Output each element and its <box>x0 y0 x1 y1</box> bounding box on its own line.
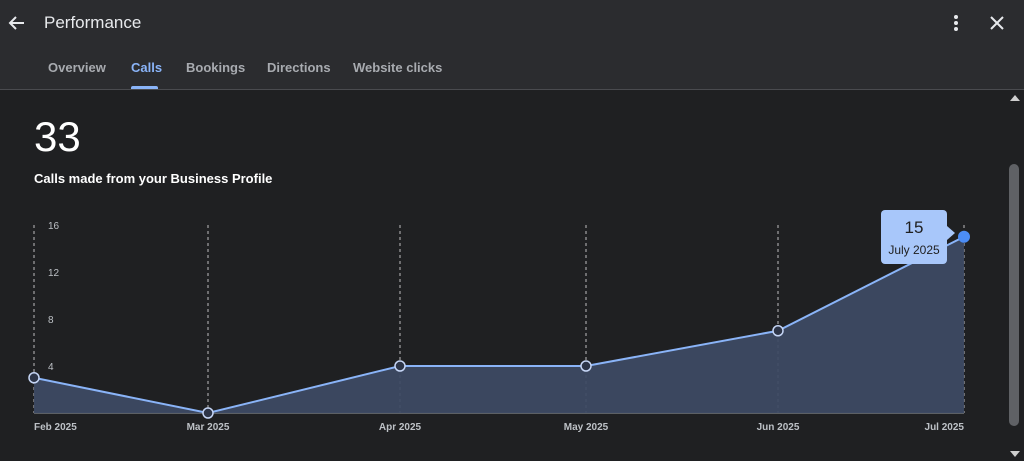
tooltip-pointer <box>947 226 955 240</box>
scroll-down-icon[interactable] <box>1010 451 1020 457</box>
data-point[interactable] <box>202 407 214 419</box>
x-tick-label: Feb 2025 <box>34 422 77 433</box>
x-tick-label: May 2025 <box>564 422 609 433</box>
data-point[interactable] <box>28 372 40 384</box>
x-tick-label: Jun 2025 <box>757 422 800 433</box>
data-point[interactable] <box>580 360 592 372</box>
x-tick-label: Jul 2025 <box>925 422 965 433</box>
scroll-up-icon[interactable] <box>1010 95 1020 101</box>
data-point-active[interactable] <box>958 230 970 243</box>
y-tick-label: 4 <box>48 362 54 373</box>
data-point[interactable] <box>772 325 784 337</box>
data-point[interactable] <box>394 360 406 372</box>
y-tick-label: 16 <box>48 221 60 232</box>
tooltip-label: July 2025 <box>888 243 940 257</box>
x-tick-label: Mar 2025 <box>187 422 230 433</box>
scrollbar[interactable] <box>1005 91 1024 461</box>
calls-chart: 16 12 8 4 Feb 2025 Mar 2025 Apr 2025 May 2025 J… <box>28 221 970 433</box>
x-tick-label: Apr 2025 <box>379 422 422 433</box>
tooltip-value: 15 <box>904 218 924 237</box>
y-tick-label: 8 <box>48 315 54 326</box>
scroll-thumb[interactable] <box>1009 164 1019 426</box>
area-fill <box>34 236 964 413</box>
chart-tooltip: 15 July 2025 <box>881 210 947 264</box>
y-tick-label: 12 <box>48 268 60 279</box>
